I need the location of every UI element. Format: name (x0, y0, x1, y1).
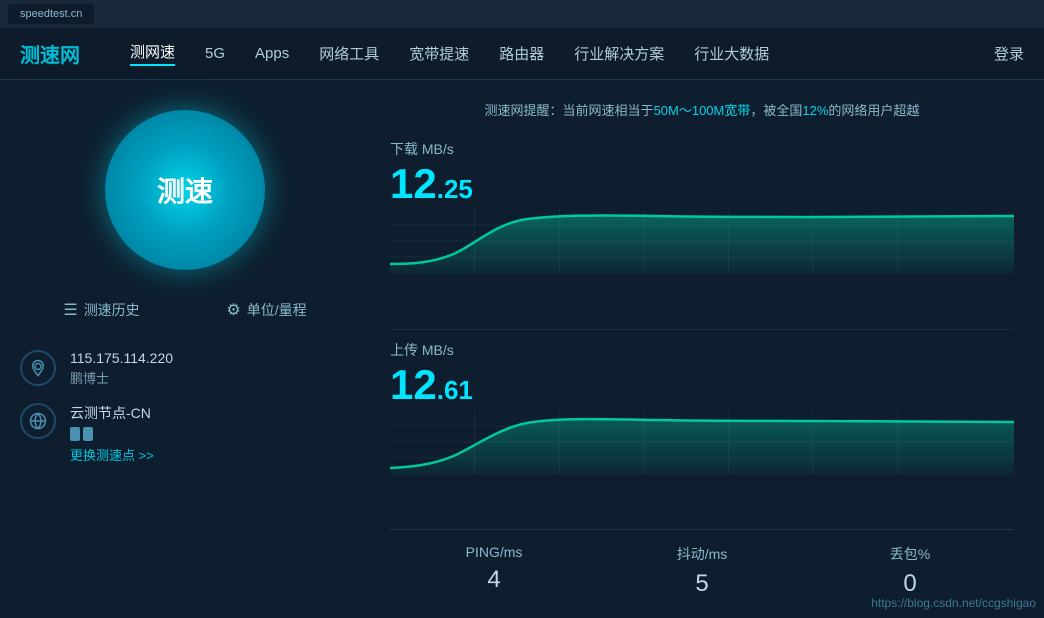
navbar: 测速网 测网速 5G Apps 网络工具 宽带提速 路由器 行业解决方案 行业大… (0, 28, 1044, 80)
ip-text-block: 115.175.114.220 鹏博士 (70, 350, 173, 387)
tab-item[interactable]: speedtest.cn (8, 4, 94, 24)
upload-label: 上传 MB/s (390, 340, 1014, 360)
download-section: 下载 MB/s 12.25 (390, 139, 1014, 299)
history-icon: ☰ (63, 300, 77, 320)
jitter-value: 5 (598, 570, 806, 598)
jitter-label: 抖动/ms (598, 544, 806, 564)
nav-item-speed[interactable]: 测网速 (130, 41, 175, 66)
notice-bar: 测速网提醒：当前网速相当于50M～100M宽带，被全国12%的网络用户超越 (390, 100, 1014, 119)
nav-item-router[interactable]: 路由器 (499, 43, 544, 64)
loss-value: 0 (806, 570, 1014, 598)
server-bars (70, 427, 154, 441)
stats-row: PING/ms 4 抖动/ms 5 丢包% 0 (390, 529, 1014, 598)
ip-info-item: 115.175.114.220 鹏博士 (20, 350, 350, 387)
notice-bandwidth: 50M～100M宽带 (654, 103, 751, 118)
controls-row: ☰ 测速历史 ⚙ 单位/量程 (20, 300, 350, 320)
settings-button[interactable]: ⚙ 单位/量程 (226, 300, 306, 320)
nav-item-bigdata[interactable]: 行业大数据 (694, 43, 769, 64)
login-button[interactable]: 登录 (994, 43, 1024, 64)
tab-bar: speedtest.cn (0, 0, 1044, 28)
download-label: 下载 MB/s (390, 139, 1014, 159)
upload-chart (390, 410, 1014, 475)
notice-middle: ，被全国 (750, 103, 802, 118)
upload-value: 12.61 (390, 364, 1014, 406)
settings-label: 单位/量程 (247, 300, 307, 320)
download-chart (390, 209, 1014, 274)
server-bar-1 (70, 427, 80, 441)
nav-item-tools[interactable]: 网络工具 (319, 43, 379, 64)
main-content: 测速 ☰ 测速历史 ⚙ 单位/量程 (0, 80, 1044, 618)
site-logo[interactable]: 测速网 (20, 39, 80, 68)
notice-suffix: 的网络用户超越 (828, 103, 919, 118)
download-dec: .25 (437, 174, 473, 204)
change-server-link[interactable]: 更换测速点 >> (70, 445, 154, 464)
info-section: 115.175.114.220 鹏博士 云测节点-CN (20, 350, 350, 464)
watermark: https://blog.csdn.net/ccgshigao (871, 596, 1036, 610)
ping-stat: PING/ms 4 (390, 544, 598, 598)
ip-address: 115.175.114.220 (70, 350, 173, 366)
server-icon (20, 403, 56, 439)
nav-item-5g[interactable]: 5G (205, 45, 225, 62)
notice-prefix: 测速网提醒：当前网速相当于 (485, 103, 654, 118)
ping-value: 4 (390, 566, 598, 594)
nav-item-broadband[interactable]: 宽带提速 (409, 43, 469, 64)
speed-button-label: 测速 (157, 170, 213, 210)
server-info-item: 云测节点-CN 更换测速点 >> (20, 403, 350, 464)
upload-int: 12 (390, 361, 437, 408)
ping-label: PING/ms (390, 544, 598, 560)
loss-label: 丢包% (806, 544, 1014, 564)
left-panel: 测速 ☰ 测速历史 ⚙ 单位/量程 (0, 80, 370, 618)
jitter-stat: 抖动/ms 5 (598, 544, 806, 598)
upload-dec: .61 (437, 375, 473, 405)
server-bar-2 (83, 427, 93, 441)
history-label: 测速历史 (84, 300, 140, 320)
section-divider (390, 329, 1014, 330)
upload-section: 上传 MB/s 12.61 (390, 340, 1014, 500)
speed-start-button[interactable]: 测速 (105, 110, 265, 270)
location-icon (20, 350, 56, 386)
download-int: 12 (390, 160, 437, 207)
server-text-block: 云测节点-CN 更换测速点 >> (70, 403, 154, 464)
history-button[interactable]: ☰ 测速历史 (63, 300, 139, 320)
download-value: 12.25 (390, 163, 1014, 205)
right-panel: 测速网提醒：当前网速相当于50M～100M宽带，被全国12%的网络用户超越 下载… (370, 80, 1044, 618)
loss-stat: 丢包% 0 (806, 544, 1014, 598)
server-name: 云测节点-CN (70, 403, 154, 423)
nav-item-apps[interactable]: Apps (255, 45, 289, 62)
notice-percent: 12% (802, 103, 828, 118)
gear-icon: ⚙ (226, 300, 240, 320)
nav-item-industry[interactable]: 行业解决方案 (574, 43, 664, 64)
ip-location: 鹏博士 (70, 368, 173, 387)
